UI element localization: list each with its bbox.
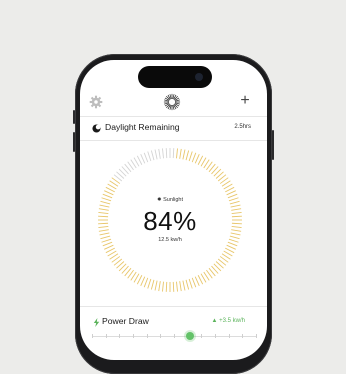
gear-icon[interactable] bbox=[89, 95, 103, 109]
power-draw-delta: ▲ +3.5 kw/h bbox=[211, 318, 245, 324]
slider-tick bbox=[92, 334, 93, 338]
side-button-left-2 bbox=[73, 132, 75, 152]
slider-tick bbox=[146, 334, 148, 338]
divider bbox=[80, 116, 267, 117]
slider-tick bbox=[160, 334, 162, 338]
moon-icon bbox=[92, 124, 101, 133]
triangle-up-icon: ▲ bbox=[211, 318, 218, 324]
top-bar: + bbox=[80, 90, 267, 114]
power-slider[interactable] bbox=[92, 331, 257, 343]
power-draw-row[interactable]: Power Draw ▲ +3.5 kw/h bbox=[80, 313, 267, 333]
slider-tick bbox=[228, 334, 230, 338]
dynamic-island bbox=[138, 66, 212, 88]
slider-tick bbox=[105, 334, 107, 338]
slider-tick bbox=[242, 334, 244, 338]
slider-tick bbox=[174, 334, 175, 338]
slider-tick bbox=[201, 334, 203, 338]
add-button[interactable]: + bbox=[236, 92, 254, 110]
divider bbox=[80, 140, 267, 141]
slider-tick bbox=[256, 334, 257, 338]
sun-icon bbox=[163, 93, 181, 111]
bolt-icon bbox=[93, 318, 100, 327]
slider-tick bbox=[133, 334, 134, 338]
slider-knob[interactable] bbox=[186, 332, 194, 340]
side-button-left bbox=[73, 110, 75, 124]
slider-tick bbox=[215, 334, 216, 338]
daylight-value: 2.5hrs bbox=[234, 124, 251, 130]
daylight-row[interactable]: Daylight Remaining 2.5hrs bbox=[80, 119, 267, 139]
power-draw-title: Power Draw bbox=[102, 316, 149, 326]
daylight-title: Daylight Remaining bbox=[105, 122, 180, 132]
camera-icon bbox=[195, 73, 203, 81]
slider-tick bbox=[119, 334, 121, 338]
side-button-right bbox=[272, 130, 274, 160]
